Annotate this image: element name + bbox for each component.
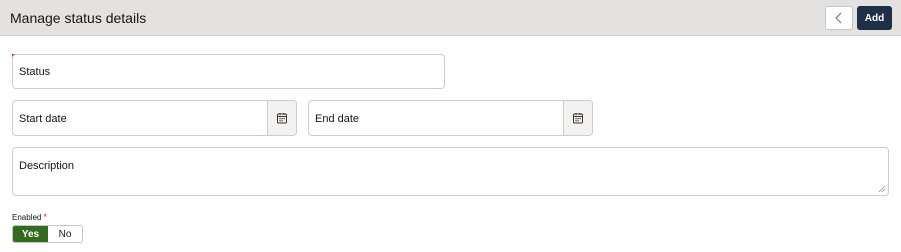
description-label: Description	[19, 160, 75, 172]
calendar-icon	[277, 113, 287, 124]
end-date-label: End date	[315, 113, 360, 125]
toggle-no-option[interactable]: No	[48, 226, 82, 242]
start-date-label: Start date	[19, 113, 67, 125]
status-field[interactable]: Status	[12, 54, 445, 89]
toggle-yes-option[interactable]: Yes	[13, 226, 48, 242]
enabled-label-text: Enabled	[12, 213, 42, 222]
resize-grip-icon[interactable]	[878, 185, 886, 193]
start-date-calendar-button[interactable]	[267, 101, 296, 135]
back-button[interactable]	[825, 6, 853, 30]
end-date-calendar-button[interactable]	[563, 101, 592, 135]
chevron-left-icon	[835, 12, 842, 24]
start-date-field[interactable]: Start date	[12, 100, 297, 136]
enabled-label: Enabled *	[12, 212, 47, 222]
description-field[interactable]: Description	[12, 147, 889, 196]
add-button[interactable]: Add	[857, 6, 892, 30]
enabled-toggle[interactable]: Yes No	[12, 225, 83, 243]
calendar-icon	[573, 113, 583, 124]
status-label: Status	[19, 66, 51, 78]
required-star: *	[43, 212, 47, 222]
page-header: Manage status details Add	[0, 0, 901, 36]
end-date-field[interactable]: End date	[308, 100, 593, 136]
page-title: Manage status details	[10, 10, 147, 26]
